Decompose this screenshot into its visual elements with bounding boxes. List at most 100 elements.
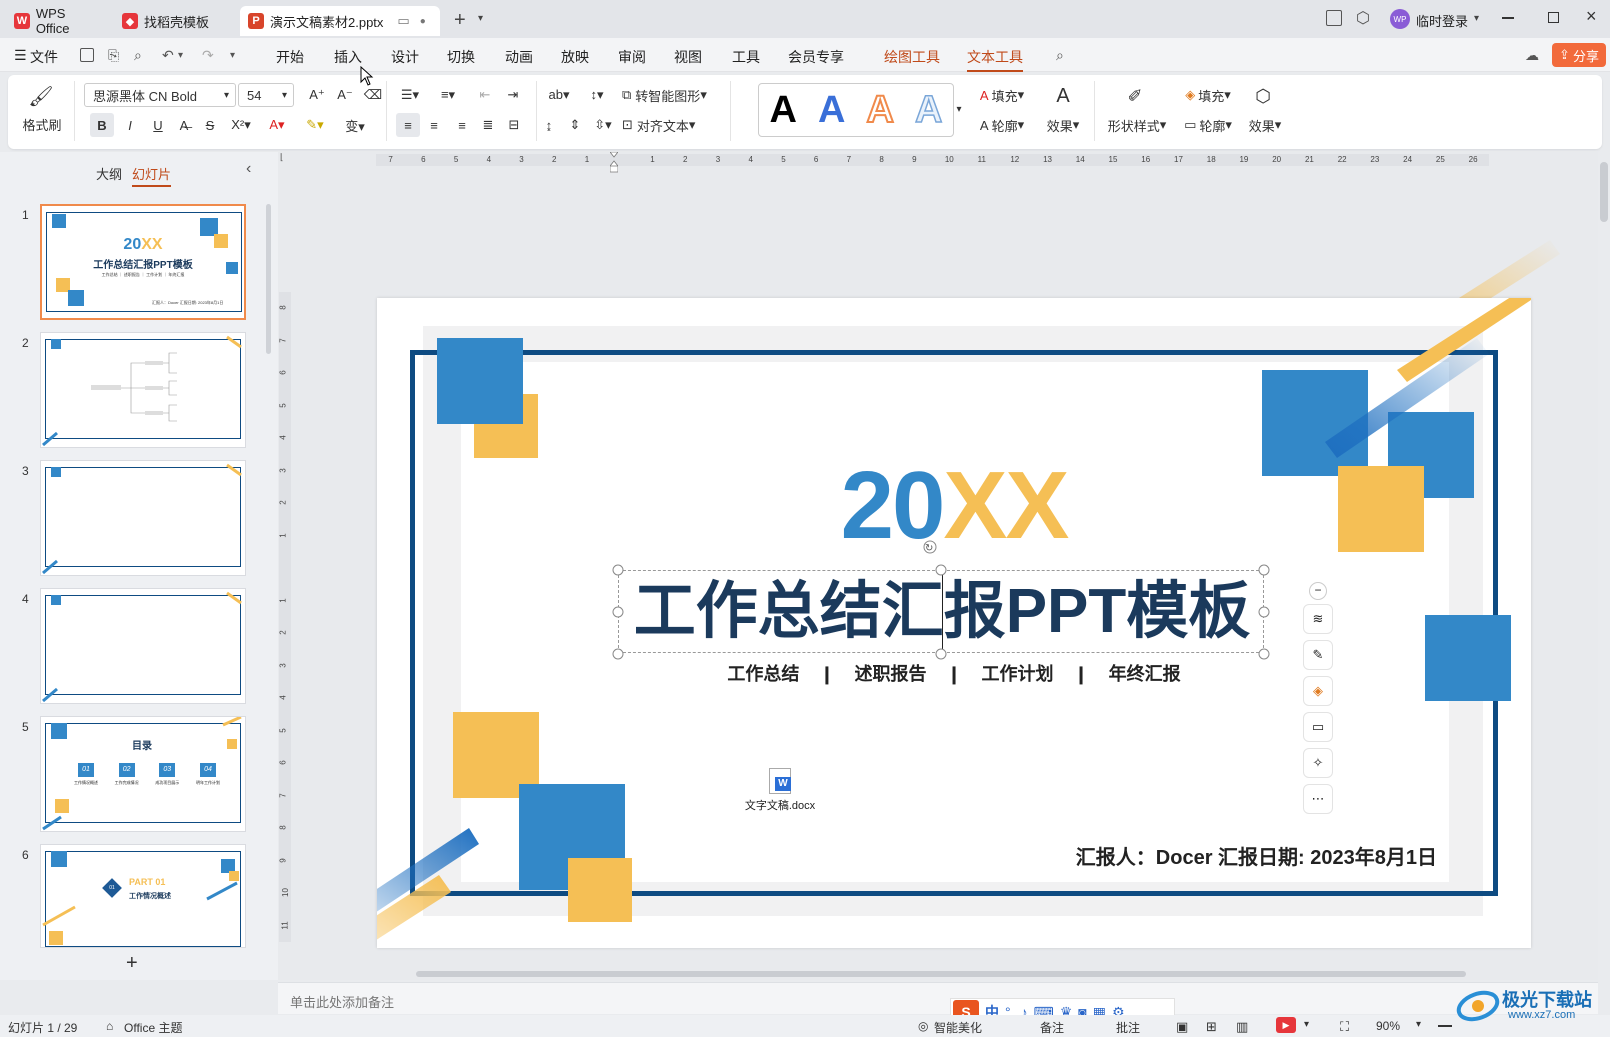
font-size-select[interactable]: 54 ▾ [238, 83, 294, 107]
slide-thumbnail-6[interactable]: 01 PART 01 工作情况概述 [40, 844, 246, 948]
magic-wand-icon[interactable]: ✧ [1303, 748, 1333, 778]
notes-placeholder[interactable]: 单击此处添加备注 [290, 992, 394, 1011]
chevron-down-icon[interactable]: ▾ [1474, 13, 1479, 24]
search-icon[interactable]: ⌕ [1056, 47, 1064, 64]
tab-stop-icon[interactable]: ⌊ [280, 152, 284, 163]
highlight-button[interactable]: ✎▾ [300, 113, 330, 137]
new-tab-icon[interactable]: + [454, 9, 466, 32]
font-color-button[interactable]: A▾ [262, 113, 292, 137]
export-icon[interactable]: ⎘ [108, 47, 119, 64]
notes-button[interactable]: 备注 [1040, 1019, 1064, 1036]
cloud-icon[interactable]: ☁ [1525, 47, 1539, 64]
save-icon[interactable] [80, 48, 94, 62]
text-effect-icon[interactable]: A [1050, 83, 1076, 109]
reading-view-icon[interactable]: ▥ [1236, 1019, 1248, 1035]
shape-outline-button[interactable]: ▭ 轮廓 ▾ [1176, 113, 1240, 137]
normal-view-icon[interactable]: ▣ [1176, 1019, 1188, 1035]
avatar[interactable]: WP [1390, 9, 1410, 29]
fill-bucket-icon[interactable]: ◈ [1303, 676, 1333, 706]
tab-wps-office[interactable]: W WPS Office [6, 6, 110, 36]
zoom-level[interactable]: 90% [1376, 1019, 1400, 1033]
wordart-blue[interactable]: A [818, 89, 845, 132]
comments-button[interactable]: 批注 [1116, 1019, 1140, 1036]
hamburger-icon[interactable]: ☰ [14, 47, 27, 64]
tab-presentation-file[interactable]: P 演示文稿素材2.pptx ▭ ● [240, 6, 440, 36]
menu-file[interactable]: 文件 [30, 47, 58, 67]
menu-home[interactable]: 开始 [276, 47, 304, 67]
redo-icon[interactable]: ↷ [202, 47, 214, 64]
menu-insert[interactable]: 插入 [334, 47, 362, 67]
chevron-down-icon[interactable]: ▾ [1304, 1019, 1309, 1030]
play-icon[interactable]: ▶ [1276, 1017, 1296, 1033]
menu-member[interactable]: 会员专享 [788, 47, 844, 67]
text-outline-button[interactable]: A 轮廓 ▾ [970, 113, 1034, 137]
fit-window-icon[interactable]: ⛶ [1340, 1019, 1349, 1035]
align-left-icon[interactable]: ≡ [396, 113, 420, 137]
slide-canvas[interactable]: 20XX 工作总结汇报PPT模板 ↻ 工作总结 ❙ 述职报告 ❙ 工作计划 ❙ 年终汇报 W… [377, 298, 1531, 948]
line-spacing-icon[interactable]: ↨ [536, 113, 562, 137]
minimize-icon[interactable] [1502, 17, 1514, 19]
more-options-icon[interactable]: ⋯ [1303, 784, 1333, 814]
slide-thumbnail-4[interactable] [40, 588, 246, 704]
phonetic-button[interactable]: 变▾ [340, 113, 370, 137]
align-right-icon[interactable]: ≡ [450, 113, 474, 137]
menu-slideshow[interactable]: 放映 [561, 47, 589, 67]
more-chevron-icon[interactable]: ▾ [230, 50, 235, 61]
panel-scrollbar[interactable] [266, 204, 271, 354]
superscript-button[interactable]: X²▾ [226, 113, 256, 137]
tab-slides[interactable]: 幻灯片 [132, 164, 172, 187]
format-painter-label[interactable]: 格式刷 [22, 115, 62, 133]
wordart-light-blue[interactable]: A [914, 88, 943, 132]
horizontal-scrollbar-thumb[interactable] [416, 971, 1466, 977]
menu-animation[interactable]: 动画 [505, 47, 533, 67]
share-button[interactable]: ⇪ 分享 [1552, 43, 1606, 67]
collapse-float-icon[interactable]: − [1309, 582, 1327, 600]
underline-button[interactable]: U [146, 113, 170, 137]
vertical-ruler[interactable]: 8 7 6 5 4 3 2 1 1 2 3 4 5 6 7 8 9 10 11 [279, 292, 291, 942]
menu-text-tools[interactable]: 文本工具 [967, 47, 1023, 72]
slide-thumbnail-3[interactable] [40, 460, 246, 576]
font-name-select[interactable]: 思源黑体 CN Bold ▾ [84, 83, 236, 107]
horizontal-ruler[interactable]: 7 6 5 4 3 2 1 1 2 3 4 5 6 7 8 9 10 11 12 13 14 15 16 17 18 19 20 21… [376, 154, 1489, 166]
align-center-icon[interactable]: ≡ [422, 113, 446, 137]
close-icon[interactable]: × [1586, 6, 1597, 27]
selection-handles[interactable]: ↻ [607, 536, 1277, 666]
text-fill-button[interactable]: A 填充 ▾ [970, 85, 1034, 105]
wordart-gallery[interactable]: A A A A [758, 83, 954, 137]
text-direction-icon[interactable]: ab▾ [544, 85, 574, 105]
menu-tools[interactable]: 工具 [732, 47, 760, 67]
shape-effect-icon[interactable]: ⬡ [1250, 83, 1276, 109]
bold-button[interactable]: B [90, 113, 114, 137]
slide-sorter-icon[interactable]: ⊞ [1206, 1019, 1217, 1035]
collapse-panel-icon[interactable]: ‹ [246, 160, 251, 178]
maximize-icon[interactable] [1548, 12, 1559, 23]
align-text-button[interactable]: ⊡ 对齐文本 ▾ [622, 113, 720, 137]
strikethrough-button[interactable]: S [198, 113, 222, 137]
sort-icon[interactable]: ↕▾ [582, 85, 612, 105]
chevron-down-icon[interactable]: ▾ [178, 50, 183, 61]
login-button[interactable]: 临时登录 [1416, 11, 1468, 30]
attachment-docx[interactable]: W 文字文稿.docx [735, 768, 825, 813]
paragraph-spacing-icon[interactable]: ⇕ [562, 113, 588, 137]
text-effect-button[interactable]: 效果 ▾ [1038, 113, 1088, 137]
decrease-indent-icon[interactable]: ⇤ [474, 85, 496, 105]
justify-icon[interactable]: ≣ [476, 113, 500, 137]
numbered-list-icon[interactable]: ≡▾ [434, 85, 462, 105]
tab-docer-templates[interactable]: ◆ 找稻壳模板 [114, 6, 238, 36]
smart-graphic-button[interactable]: ⧉ 转智能图形 ▾ [622, 85, 720, 105]
shape-style-icon[interactable]: ✐ [1122, 83, 1148, 109]
undo-icon[interactable]: ↶ [162, 47, 174, 64]
menu-review[interactable]: 审阅 [618, 47, 646, 67]
vertical-scrollbar-thumb[interactable] [1600, 162, 1608, 222]
layers-icon[interactable]: ≋ [1303, 604, 1333, 634]
pen-icon[interactable]: ✎ [1303, 640, 1333, 670]
shape-effect-button[interactable]: 效果 ▾ [1240, 113, 1290, 137]
notes-area[interactable]: 单击此处添加备注 [278, 982, 1598, 1014]
increase-indent-icon[interactable]: ⇥ [502, 85, 524, 105]
wordart-black[interactable]: A [770, 89, 797, 132]
menu-drawing-tools[interactable]: 绘图工具 [884, 47, 940, 67]
menu-design[interactable]: 设计 [391, 47, 419, 67]
menu-transition[interactable]: 切换 [447, 47, 475, 67]
slide-thumbnail-5[interactable]: 目录 01 工作情况概述 02 工作完成情况 03 成功项目展示 04 明年工作计划 [40, 716, 246, 832]
indent-marker[interactable] [610, 152, 618, 174]
